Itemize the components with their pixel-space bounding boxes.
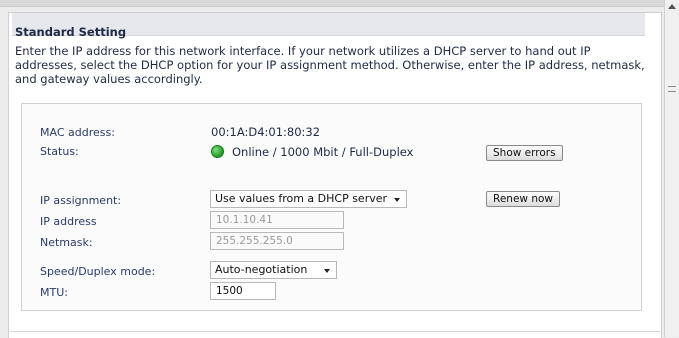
ip-assignment-selected: Use values from a DHCP server: [215, 192, 388, 205]
status-online-icon: [211, 145, 224, 158]
page-top-edge: [0, 0, 665, 7]
ip-assignment-select[interactable]: Use values from a DHCP server: [210, 190, 407, 208]
ip-address-label: IP address: [40, 215, 97, 228]
renew-now-button[interactable]: Renew now: [486, 191, 560, 207]
chevron-down-icon: [394, 198, 400, 202]
speed-duplex-label: Speed/Duplex mode:: [40, 265, 156, 278]
status-label: Status:: [40, 145, 79, 158]
mac-address-label: MAC address:: [40, 126, 115, 139]
mac-address-value: 00:1A:D4:01:80:32: [211, 125, 321, 139]
speed-duplex-select[interactable]: Auto-negotiation: [210, 261, 337, 279]
ip-address-input[interactable]: [210, 211, 344, 229]
section-title: Standard Setting: [15, 25, 127, 39]
netmask-input[interactable]: [210, 232, 344, 250]
mtu-input[interactable]: [210, 282, 276, 300]
speed-duplex-selected: Auto-negotiation: [215, 263, 308, 276]
ip-assignment-label: IP assignment:: [40, 194, 122, 207]
scroll-grip-icon[interactable]: [668, 86, 676, 92]
chevron-down-icon: [324, 269, 330, 273]
vertical-scrollbar[interactable]: [664, 0, 679, 337]
scroll-up-arrow-icon[interactable]: [668, 4, 676, 9]
intro-text: Enter the IP address for this network in…: [15, 44, 645, 86]
status-value: Online / 1000 Mbit / Full-Duplex: [232, 145, 414, 159]
panel-bottom-divider: [8, 331, 660, 332]
show-errors-button[interactable]: Show errors: [486, 145, 563, 161]
netmask-label: Netmask:: [40, 236, 93, 249]
mtu-label: MTU:: [40, 286, 68, 299]
